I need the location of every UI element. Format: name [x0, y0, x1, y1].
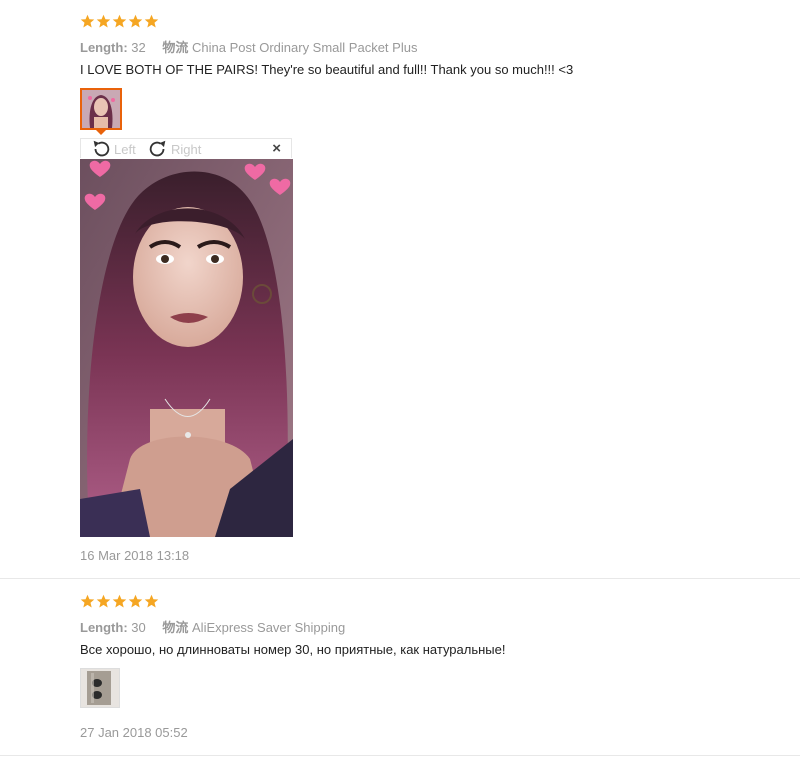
close-viewer-button[interactable]: ×	[272, 140, 281, 157]
star-icon	[128, 594, 143, 608]
review-meta: Length: 30 物流 AliExpress Saver Shipping	[80, 617, 345, 636]
review-photo-thumbnail[interactable]	[80, 88, 122, 130]
length-label: Length:	[80, 40, 128, 55]
star-icon	[96, 594, 111, 608]
star-icon	[80, 594, 95, 608]
review-date: 16 Mar 2018 13:18	[80, 548, 190, 563]
star-icon	[112, 14, 127, 28]
length-value: 32	[131, 40, 146, 55]
shipping-label: 物流	[162, 620, 189, 635]
review-text: Все хорошо, но длинноваты номер 30, но п…	[80, 642, 506, 657]
star-icon	[128, 14, 143, 28]
shipping-label: 物流	[162, 40, 189, 55]
rotate-left-button[interactable]: Left	[90, 139, 136, 159]
star-icon	[112, 594, 127, 608]
star-icon	[144, 14, 159, 28]
rotate-left-icon	[93, 140, 110, 157]
thumbnail-caret	[95, 129, 107, 135]
rating-stars	[80, 14, 159, 29]
review-divider	[0, 755, 800, 756]
rotate-right-button[interactable]: Right	[147, 139, 201, 159]
rotate-left-label: Left	[114, 141, 136, 157]
review-divider	[0, 578, 800, 579]
review-meta: Length: 32 物流 China Post Ordinary Small …	[80, 37, 417, 56]
review-date: 27 Jan 2018 05:52	[80, 725, 188, 740]
shipping-value: AliExpress Saver Shipping	[192, 620, 346, 635]
star-icon	[144, 594, 159, 608]
rating-stars	[80, 594, 159, 609]
rotate-right-icon	[149, 140, 166, 157]
length-value: 30	[131, 620, 146, 635]
review-photo-thumbnail[interactable]	[80, 668, 120, 708]
review-photo-large	[80, 159, 293, 537]
length-label: Length:	[80, 620, 128, 635]
image-viewer-toolbar: Left Right ×	[80, 138, 292, 158]
review-text: I LOVE BOTH OF THE PAIRS! They're so bea…	[80, 62, 574, 77]
star-icon	[80, 14, 95, 28]
shipping-value: China Post Ordinary Small Packet Plus	[192, 40, 418, 55]
rotate-right-label: Right	[171, 141, 202, 157]
star-icon	[96, 14, 111, 28]
